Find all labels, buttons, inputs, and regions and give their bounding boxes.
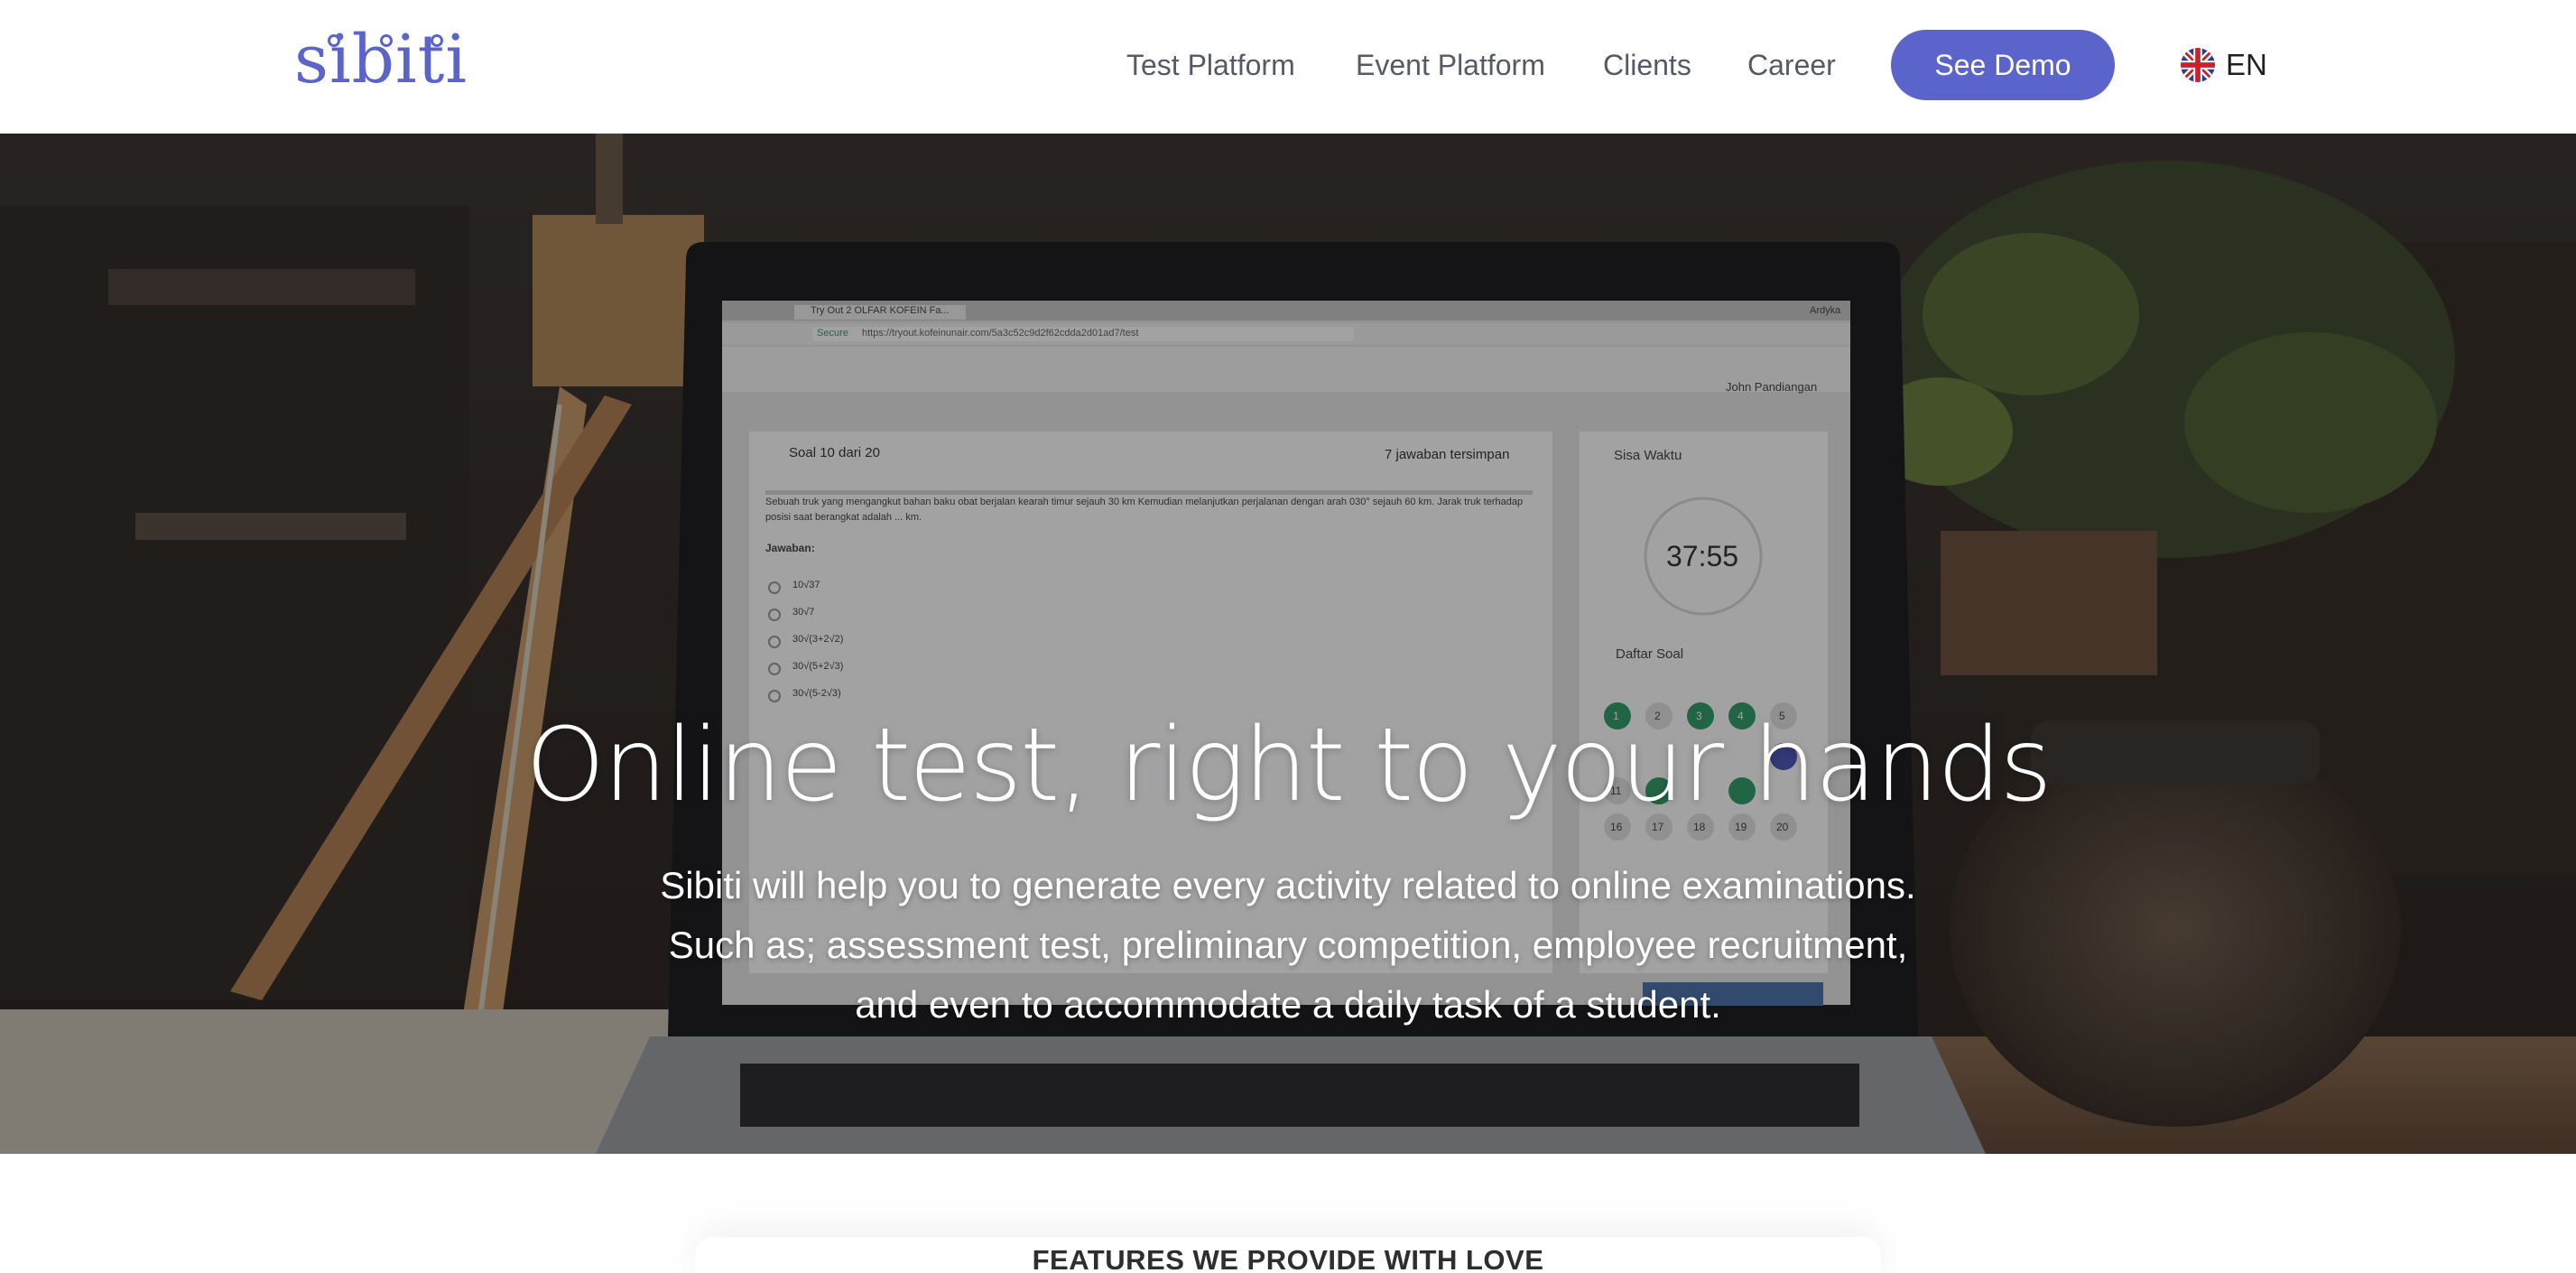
logo-dot-2: [380, 34, 393, 47]
nav-clients[interactable]: Clients: [1603, 45, 1691, 85]
hero-section: Try Out 2 OLFAR KOFEIN Fa... Ardyka Secu…: [0, 134, 2576, 1154]
site-header: sibiti Test Platform Event Platform Clie…: [0, 0, 2576, 134]
hero-title: Online test, right to your hands: [525, 707, 2052, 824]
nav-event-platform[interactable]: Event Platform: [1356, 45, 1545, 85]
nav-career[interactable]: Career: [1747, 45, 1836, 85]
nav-test-platform[interactable]: Test Platform: [1126, 45, 1295, 85]
hero-description-line-2: Such as; assessment test, preliminary co…: [668, 924, 1908, 966]
features-heading: FEATURES WE PROVIDE WITH LOVE: [1032, 1244, 1544, 1273]
language-label: EN: [2226, 48, 2267, 81]
logo-dot-1: [328, 34, 340, 47]
uk-flag-icon: [2181, 48, 2215, 82]
hero-description-line-3: and even to accommodate a daily task of …: [855, 983, 1721, 1026]
language-selector[interactable]: EN: [2181, 45, 2267, 85]
hero-description-line-1: Sibiti will help you to generate every a…: [660, 864, 1916, 906]
see-demo-button[interactable]: See Demo: [1891, 30, 2115, 100]
logo-dot-3: [431, 34, 443, 47]
